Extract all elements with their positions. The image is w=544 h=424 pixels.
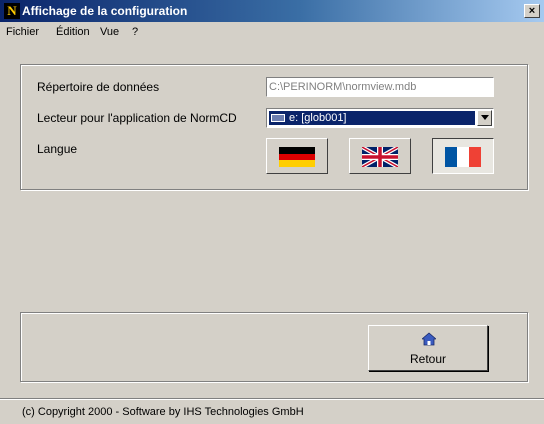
menu-vue[interactable]: Vue — [100, 26, 119, 38]
title-bar: N Affichage de la configuration × — [0, 0, 544, 22]
french-flag-button[interactable] — [432, 138, 494, 174]
english-flag-button[interactable] — [349, 138, 411, 174]
uk-flag-icon — [362, 147, 398, 167]
menu-fichier[interactable]: Fichier — [6, 26, 39, 38]
footer-divider — [0, 398, 544, 400]
reader-select-text: e: [glob001] — [289, 112, 347, 124]
back-button[interactable]: Retour — [368, 325, 488, 371]
app-icon: N — [4, 3, 20, 19]
reader-select[interactable]: e: [glob001] — [266, 108, 494, 128]
window-title: Affichage de la configuration — [22, 4, 188, 18]
data-dir-field: C:\PERINORM\normview.mdb — [266, 77, 494, 97]
french-flag-icon — [445, 147, 481, 167]
menu-bar: Fichier Édition Vue ? — [0, 22, 544, 42]
close-button[interactable]: × — [524, 4, 540, 18]
reader-label: Lecteur pour l'application de NormCD — [37, 111, 237, 125]
home-icon — [422, 332, 436, 346]
german-flag-button[interactable] — [266, 138, 328, 174]
chevron-down-icon — [480, 115, 489, 120]
reader-select-value: e: [glob001] — [269, 111, 475, 125]
copyright-text: (c) Copyright 2000 - Software by IHS Tec… — [22, 406, 304, 418]
back-button-label: Retour — [409, 352, 447, 366]
menu-edition[interactable]: Édition — [56, 26, 90, 38]
menu-help[interactable]: ? — [132, 26, 138, 38]
language-label: Langue — [37, 142, 78, 156]
cd-drive-icon — [271, 114, 285, 122]
data-dir-label: Répertoire de données — [37, 80, 160, 94]
reader-dropdown-button[interactable] — [477, 110, 492, 126]
german-flag-icon — [279, 147, 315, 167]
